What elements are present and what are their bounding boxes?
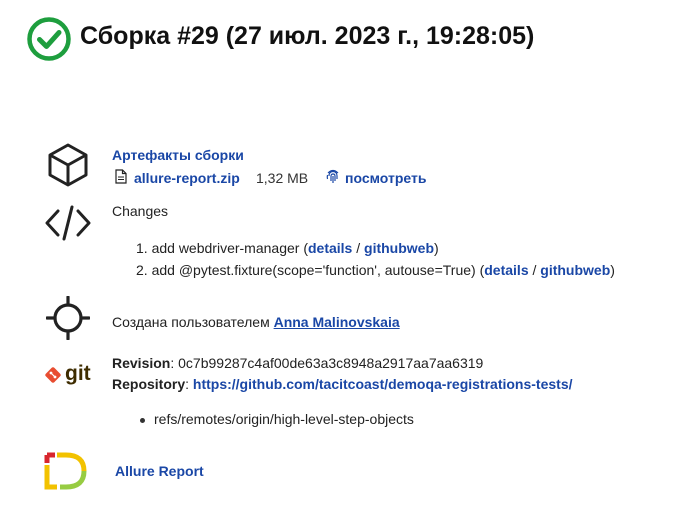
- git-diamond-icon: [45, 367, 61, 383]
- started-by: Создана пользователем Anna Malinovskaia: [112, 314, 400, 330]
- separator: /: [528, 262, 541, 278]
- change-number: 2.: [136, 262, 148, 278]
- revision-line: Revision: 0c7b99287c4af00de63a3c8948a291…: [112, 355, 483, 371]
- list-item: 1. add webdriver-manager (details / gith…: [136, 237, 615, 259]
- user-link[interactable]: Anna Malinovskaia: [274, 314, 400, 330]
- change-githubweb-link[interactable]: githubweb: [364, 240, 434, 256]
- change-text: add webdriver-manager (: [151, 240, 308, 256]
- started-by-label: Создана пользователем: [112, 314, 274, 330]
- branch-name: refs/remotes/origin/high-level-step-obje…: [154, 411, 414, 427]
- paren-close: ): [434, 240, 439, 256]
- repository-link[interactable]: https://github.com/tacitcoast/demoqa-reg…: [193, 376, 573, 392]
- changes-list: 1. add webdriver-manager (details / gith…: [136, 237, 615, 281]
- artifact-file-link[interactable]: allure-report.zip: [134, 170, 240, 186]
- repository-line: Repository: https://github.com/tacitcoas…: [112, 376, 573, 392]
- change-githubweb-link[interactable]: githubweb: [540, 262, 610, 278]
- git-logo-text: git: [65, 362, 91, 385]
- artifact-file-size: 1,32 MB: [256, 170, 309, 186]
- separator: :: [185, 376, 193, 392]
- change-details-link[interactable]: details: [484, 262, 528, 278]
- changes-heading: Changes: [112, 203, 169, 219]
- check-circle-icon: [27, 17, 71, 61]
- repository-label: Repository: [112, 376, 186, 392]
- allure-logo-icon: [44, 452, 87, 490]
- revision-label: Revision: [112, 355, 171, 371]
- git-logo: git: [44, 362, 94, 389]
- bullet-icon: [140, 417, 145, 423]
- fingerprint-icon: [326, 169, 339, 183]
- change-text: add @pytest.fixture(scope='function', au…: [151, 262, 485, 278]
- package-icon: [48, 143, 88, 187]
- change-number: 1.: [136, 240, 148, 256]
- separator: /: [352, 240, 365, 256]
- code-icon: [45, 205, 91, 241]
- page-title: Сборка #29 (27 июл. 2023 г., 19:28:05): [80, 22, 535, 50]
- list-item: refs/remotes/origin/high-level-step-obje…: [140, 411, 414, 427]
- paren-close: ): [610, 262, 615, 278]
- allure-report-link[interactable]: Allure Report: [115, 463, 204, 479]
- crosshair-icon: [46, 296, 90, 340]
- revision-value: : 0c7b99287c4af00de63a3c8948a2917aa7aa63…: [170, 355, 484, 371]
- view-artifact-link[interactable]: посмотреть: [345, 170, 426, 186]
- change-details-link[interactable]: details: [308, 240, 352, 256]
- file-icon: [115, 169, 127, 184]
- list-item: 2. add @pytest.fixture(scope='function',…: [136, 259, 615, 281]
- artifacts-link[interactable]: Артефакты сборки: [112, 147, 244, 163]
